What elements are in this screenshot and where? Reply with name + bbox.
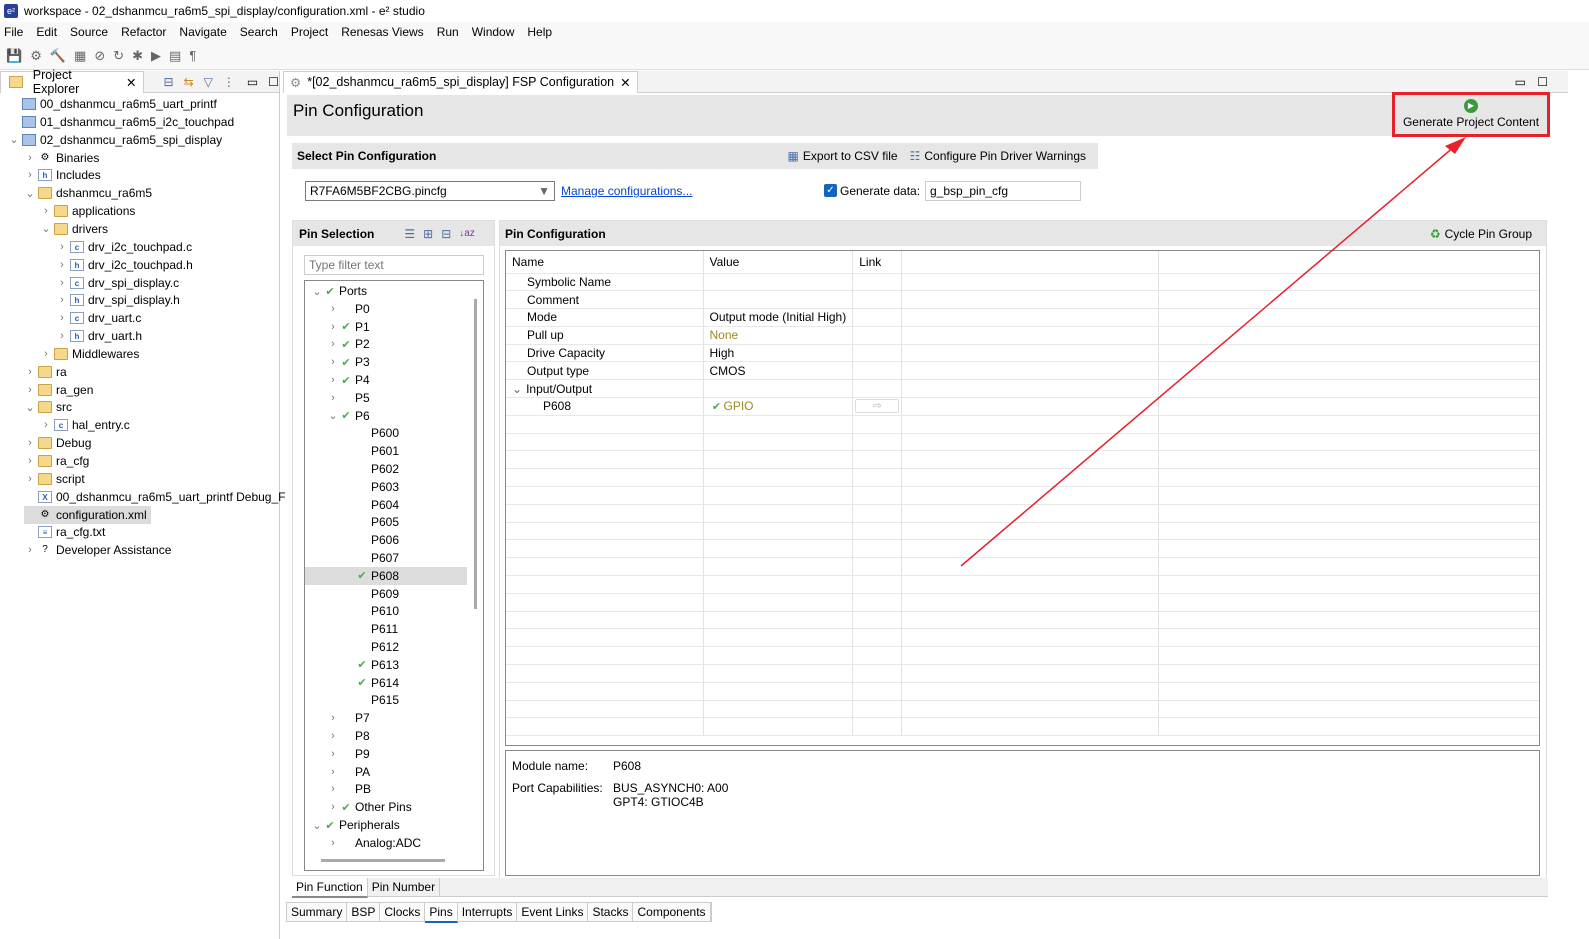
annotation-arrow xyxy=(960,137,1466,567)
